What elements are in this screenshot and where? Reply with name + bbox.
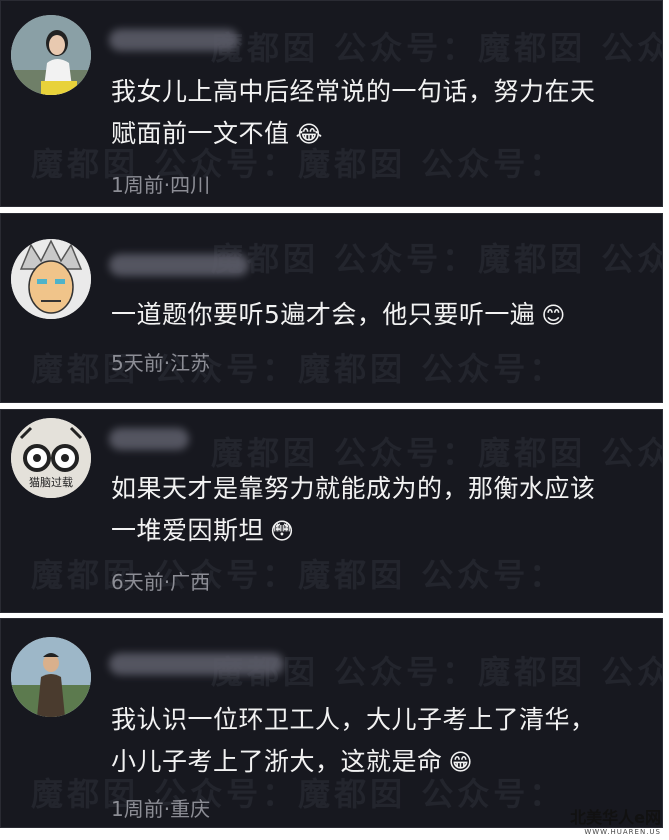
comment-text-line: 赋面前一文不值 😂 <box>111 113 642 156</box>
username-blurred[interactable] <box>109 653 284 675</box>
avatar-caption: 猫脑过载 <box>29 476 73 489</box>
comment-text-line2: 小儿子考上了浙大，这就是命 <box>111 747 443 776</box>
username-blurred[interactable] <box>109 428 189 450</box>
flushed-emoji-icon: 😳 <box>270 519 295 545</box>
comment-text-line: 一堆爱因斯坦 😳 <box>111 510 642 553</box>
site-logo: 北美华人e网 WWW.HUAREN.US <box>570 804 661 836</box>
comment-text: 一道题你要听5遍才会，他只要听一遍 😊 <box>111 294 642 337</box>
comment-text: 我女儿上高中后经常说的一句话，努力在天 赋面前一文不值 😂 <box>111 71 642 156</box>
comment-card: 魔都囡 公众号：魔都囡 公众号： 魔都囡 公众号：魔都囡 公众号： 我认识一位环… <box>0 618 663 828</box>
avatar[interactable] <box>11 15 91 95</box>
comment-meta: 1周前·四川 <box>111 173 211 197</box>
comment-meta: 6天前·广西 <box>111 570 211 594</box>
comment-text-line: 如果天才是靠努力就能成为的，那衡水应该 <box>111 474 596 503</box>
comment-text-line2: 赋面前一文不值 <box>111 119 290 148</box>
watermark: 魔都囡 公众号：魔都囡 公众号： <box>211 240 662 278</box>
site-logo-text: 北美华人e网 <box>570 808 661 827</box>
site-logo-url: WWW.HUAREN.US <box>584 828 661 836</box>
comment-text: 我认识一位环卫工人，大儿子考上了清华， 小儿子考上了浙大，这就是命 😁 <box>111 699 642 784</box>
username-blurred[interactable] <box>109 29 239 51</box>
username-blurred[interactable] <box>109 254 249 276</box>
comment-card: 魔都囡 公众号：魔都囡 公众号： 魔都囡 公众号：魔都囡 公众号： 猫脑过载 如… <box>0 409 663 613</box>
avatar[interactable]: 猫脑过载 <box>11 418 91 498</box>
avatar[interactable] <box>11 637 91 717</box>
comment-card: 魔都囡 公众号：魔都囡 公众号： 魔都囡 公众号：魔都囡 公众号： 一道题你要听… <box>0 213 663 403</box>
comment-text-line1: 一道题你要听5遍才会，他只要听一遍 <box>111 300 536 329</box>
comment-meta: 1周前·重庆 <box>111 797 211 821</box>
comment-text-line: 我女儿上高中后经常说的一句话，努力在天 <box>111 77 596 106</box>
comment-text-line: 一道题你要听5遍才会，他只要听一遍 😊 <box>111 294 642 337</box>
comment-card: 魔都囡 公众号：魔都囡 公众号： 魔都囡 公众号：魔都囡 公众号： 我女儿上高中… <box>0 0 663 207</box>
comment-text-line2: 一堆爱因斯坦 <box>111 516 265 545</box>
comment-meta: 5天前·江苏 <box>111 351 211 375</box>
comment-text-line: 小儿子考上了浙大，这就是命 😁 <box>111 741 642 784</box>
comment-text-line: 我认识一位环卫工人，大儿子考上了清华， <box>111 705 596 734</box>
grinning-emoji-icon: 😁 <box>448 750 473 776</box>
smiling-emoji-icon: 😊 <box>541 303 566 329</box>
laughing-emoji-icon: 😂 <box>295 122 323 148</box>
watermark: 魔都囡 公众号：魔都囡 公众号： <box>211 29 662 67</box>
comment-text: 如果天才是靠努力就能成为的，那衡水应该 一堆爱因斯坦 😳 <box>111 468 642 553</box>
avatar[interactable] <box>11 239 91 319</box>
